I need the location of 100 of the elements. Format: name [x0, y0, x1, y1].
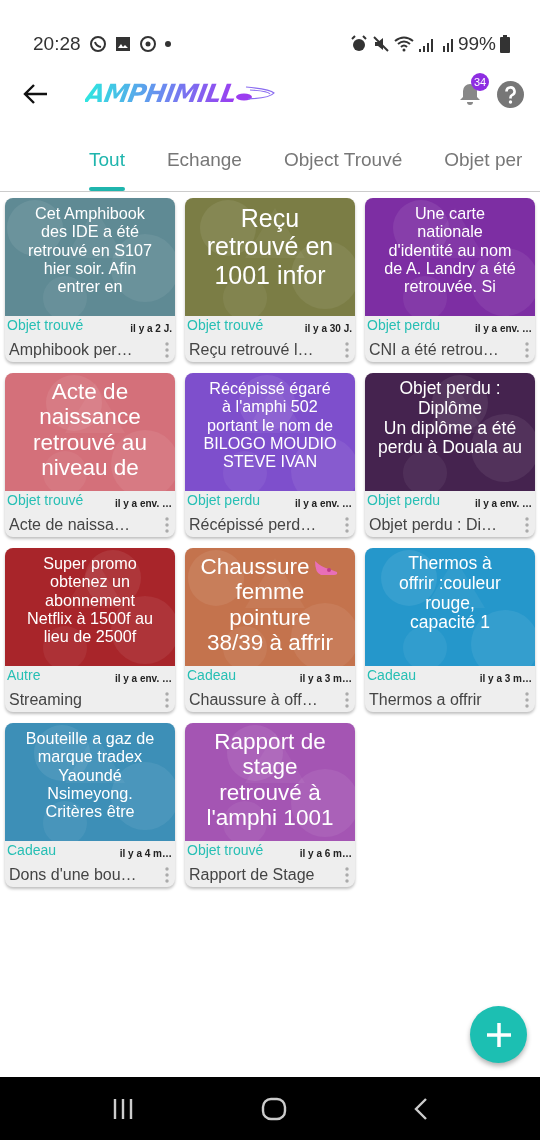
post-time: il y a env. … — [474, 497, 532, 511]
tab[interactable]: Tout — [89, 130, 125, 191]
post-text-line: Reçu — [240, 204, 300, 233]
post-text-line: Un diplôme a été — [383, 418, 517, 439]
more-options-icon[interactable] — [345, 342, 349, 358]
post-text-line: niveau de — [41, 455, 139, 481]
post-text-line: Acte de — [51, 379, 129, 405]
post-category: Objet perdu — [187, 491, 261, 510]
post-time: il y a 4 m… — [119, 847, 172, 861]
post-category: Objet trouvé — [7, 491, 84, 510]
post-text-line: Netflix à 1500f au — [27, 608, 153, 628]
recent-apps-icon[interactable] — [111, 1097, 135, 1120]
battery-icon — [500, 35, 510, 53]
post-time: il y a env. … — [474, 322, 532, 336]
post-image[interactable]: Une carte nationale d'identité au nom de A. Landry a été retrouvée. Si — [365, 198, 535, 316]
post-text-line: Thermos à — [408, 554, 492, 574]
wifi-icon — [393, 36, 414, 52]
post-text-line: retrouvé au — [33, 429, 147, 456]
post-text-line: STEVE IVAN — [222, 452, 318, 471]
post-time: il y a 3 m… — [479, 672, 532, 686]
help-icon[interactable] — [497, 80, 524, 108]
more-options-icon[interactable] — [345, 867, 349, 883]
alarm-icon — [349, 35, 368, 53]
signal-icon — [417, 36, 434, 52]
post-category: Cadeau — [367, 666, 417, 685]
post-text-line: Objet perdu : — [399, 379, 501, 399]
post-text-line: Super promo — [43, 554, 137, 573]
more-options-icon[interactable] — [525, 692, 529, 708]
chat-icon — [88, 35, 107, 53]
post-time: il y a 2 J. — [130, 322, 172, 336]
post-title: Thermos a offrir — [368, 690, 482, 710]
more-options-icon[interactable] — [165, 692, 169, 708]
more-options-icon[interactable] — [345, 517, 349, 533]
more-options-icon[interactable] — [165, 342, 169, 358]
post-text-line: d'identité au nom — [388, 240, 512, 259]
post-text-line: 1001 infor — [214, 260, 326, 289]
post-text-line: marque tradex — [37, 747, 143, 766]
more-options-icon[interactable] — [165, 867, 169, 883]
post-category: Objet trouvé — [187, 841, 264, 860]
post-image[interactable]: Chaussure femme pointure 38/39 à affrir — [185, 548, 355, 666]
add-button[interactable] — [470, 1006, 527, 1063]
tab[interactable]: Objet per — [444, 130, 523, 191]
post-time: il y a 3 m… — [299, 672, 352, 686]
home-icon[interactable] — [261, 1096, 287, 1121]
post-image[interactable]: Acte de naissance retrouvé au niveau de — [5, 373, 175, 491]
post-image[interactable]: Objet perdu : Diplôme Un diplôme a été perdu à Douala au — [365, 373, 535, 491]
post-category: Objet trouvé — [7, 316, 84, 335]
post-category: Objet trouvé — [187, 316, 264, 335]
post-category: Objet perdu — [367, 491, 441, 510]
post-text-line: lieu de 2500f — [43, 627, 137, 646]
post-text-line: obtenez un — [49, 572, 131, 591]
post-text-line: stage — [242, 754, 298, 780]
post-time: il y a 30 J. — [304, 322, 352, 336]
more-options-icon[interactable] — [165, 517, 169, 533]
post-text-line: pointure — [229, 604, 311, 631]
post-image[interactable]: Bouteille a gaz de marque tradex Yaoundé Nsimeyong. Critères être — [5, 723, 175, 841]
post-category: Cadeau — [187, 666, 237, 685]
post-text-line: Récépissé égaré — [209, 379, 331, 398]
more-options-icon[interactable] — [345, 692, 349, 708]
tab[interactable]: Echange — [166, 130, 242, 191]
post-title: Streaming — [8, 690, 82, 710]
post-text-line: à l'amphi 502 — [222, 397, 318, 416]
post-text-line: entrer en — [57, 277, 123, 296]
post-text-line: naissance — [39, 404, 141, 430]
post-text-line: offrir :couleur — [399, 573, 501, 594]
mute-icon — [371, 35, 390, 53]
post-image[interactable]: Cet Amphibook des IDE a été retrouvé en S107 hier soir. Afin entrer en — [5, 198, 175, 316]
image-icon — [114, 36, 131, 52]
back-nav-icon[interactable] — [413, 1096, 429, 1121]
post-image[interactable]: Super promo obtenez un abonnement Netflix à 1500f au lieu de 2500f — [5, 548, 175, 666]
post-image[interactable]: Rapport de stage retrouvé à l'amphi 1001 — [185, 723, 355, 841]
more-options-icon[interactable] — [525, 517, 529, 533]
post-text-line: des IDE a été — [40, 222, 140, 241]
back-icon[interactable] — [22, 83, 48, 105]
post-text-line: retrouvé en — [206, 232, 334, 261]
post-text-line: 38/39 à affrir — [207, 630, 333, 656]
post-title: Amphibook per… — [8, 340, 133, 360]
post-image[interactable]: Récépissé égaré à l'amphi 502 portant le nom de BILOGO MOUDIO STEVE IVAN — [185, 373, 355, 491]
post-text-line: abonnement — [45, 590, 135, 609]
post-text-line: retrouvée. Si — [404, 277, 496, 296]
battery-percent: 99% — [457, 31, 496, 56]
post-text-line: de A. Landry a été — [384, 258, 516, 278]
post-title: Récépissé perd… — [188, 515, 317, 535]
post-image[interactable]: Reçu retrouvé en 1001 infor — [185, 198, 355, 316]
post-title: Chaussure à off… — [188, 690, 318, 710]
post-title: Objet perdu : Di… — [368, 515, 498, 535]
post-text-line: portant le nom de — [207, 415, 333, 434]
more-options-icon[interactable] — [525, 342, 529, 358]
status-time: 20:28 — [33, 31, 81, 56]
post-time: il y a env. … — [294, 497, 352, 511]
post-text-line: Chaussure — [200, 554, 310, 580]
post-time: il y a 6 m… — [299, 847, 352, 861]
post-title: CNI a été retrou… — [368, 340, 499, 360]
post-image[interactable]: Thermos à offrir :couleur rouge, capacité 1 — [365, 548, 535, 666]
post-text-line: perdu à Douala au — [378, 438, 522, 459]
post-text-line: Une carte — [414, 204, 486, 223]
post-title: Reçu retrouvé l… — [188, 340, 314, 360]
post-text-line: retrouvé en S107 — [27, 240, 153, 259]
tab[interactable]: Object Trouvé — [283, 130, 403, 191]
post-time: il y a env. … — [114, 672, 172, 686]
